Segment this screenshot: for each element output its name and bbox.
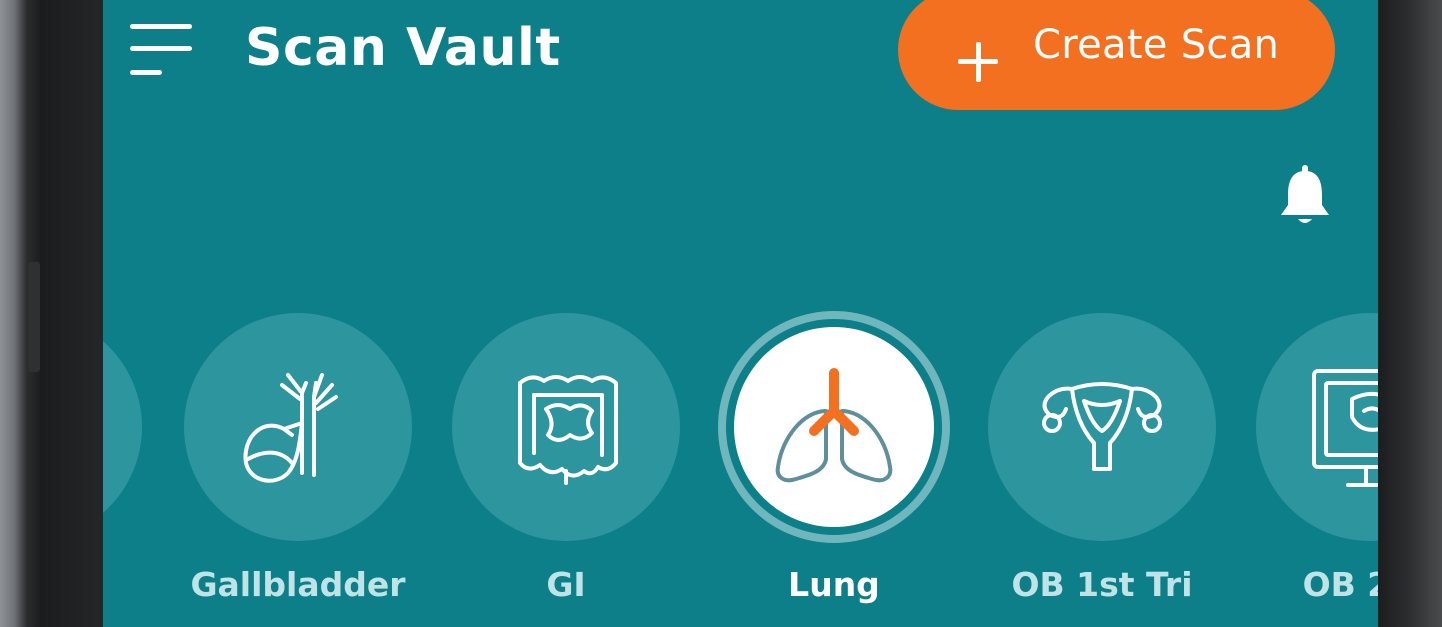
device-bezel-left bbox=[0, 0, 103, 627]
gallbladder-icon bbox=[243, 373, 338, 483]
category-item-lung[interactable]: Lung bbox=[720, 313, 948, 604]
hamburger-menu-icon[interactable] bbox=[130, 24, 192, 80]
category-label: GI bbox=[546, 565, 586, 604]
uterus-icon bbox=[1042, 382, 1162, 471]
category-circle bbox=[1256, 313, 1378, 541]
category-label: OB 2nd bbox=[1302, 565, 1378, 604]
category-circle-selected bbox=[734, 327, 934, 527]
category-label: Gallbladder bbox=[190, 565, 406, 604]
app-screen: Scan Vault Create Scan Gallbladder GI Lu… bbox=[103, 0, 1378, 627]
category-circle bbox=[103, 313, 142, 541]
menu-line bbox=[130, 70, 162, 75]
device-bezel-right bbox=[1378, 0, 1442, 627]
category-circle bbox=[452, 313, 680, 541]
intestine-icon bbox=[518, 375, 618, 485]
ultrasound-monitor-icon bbox=[1312, 369, 1378, 487]
app-title: Scan Vault bbox=[245, 18, 561, 78]
device-side-button bbox=[28, 262, 40, 372]
category-item-partial[interactable] bbox=[103, 313, 142, 603]
category-item-ob-1st-tri[interactable]: OB 1st Tri bbox=[988, 313, 1216, 604]
category-circle bbox=[988, 313, 1216, 541]
create-scan-label: Create Scan bbox=[1033, 22, 1280, 68]
menu-line bbox=[130, 24, 192, 29]
menu-line bbox=[130, 46, 192, 51]
category-item-ob-2nd[interactable]: OB 2nd bbox=[1256, 313, 1378, 604]
category-label: OB 1st Tri bbox=[1011, 565, 1193, 604]
lung-icon bbox=[775, 368, 893, 483]
category-item-gallbladder[interactable]: Gallbladder bbox=[184, 313, 412, 604]
category-item-gi[interactable]: GI bbox=[452, 313, 680, 604]
category-label: Lung bbox=[788, 565, 880, 604]
plus-icon bbox=[958, 42, 998, 82]
category-circle bbox=[184, 313, 412, 541]
create-scan-button[interactable]: Create Scan bbox=[898, 0, 1335, 110]
bell-icon[interactable] bbox=[1278, 165, 1332, 229]
